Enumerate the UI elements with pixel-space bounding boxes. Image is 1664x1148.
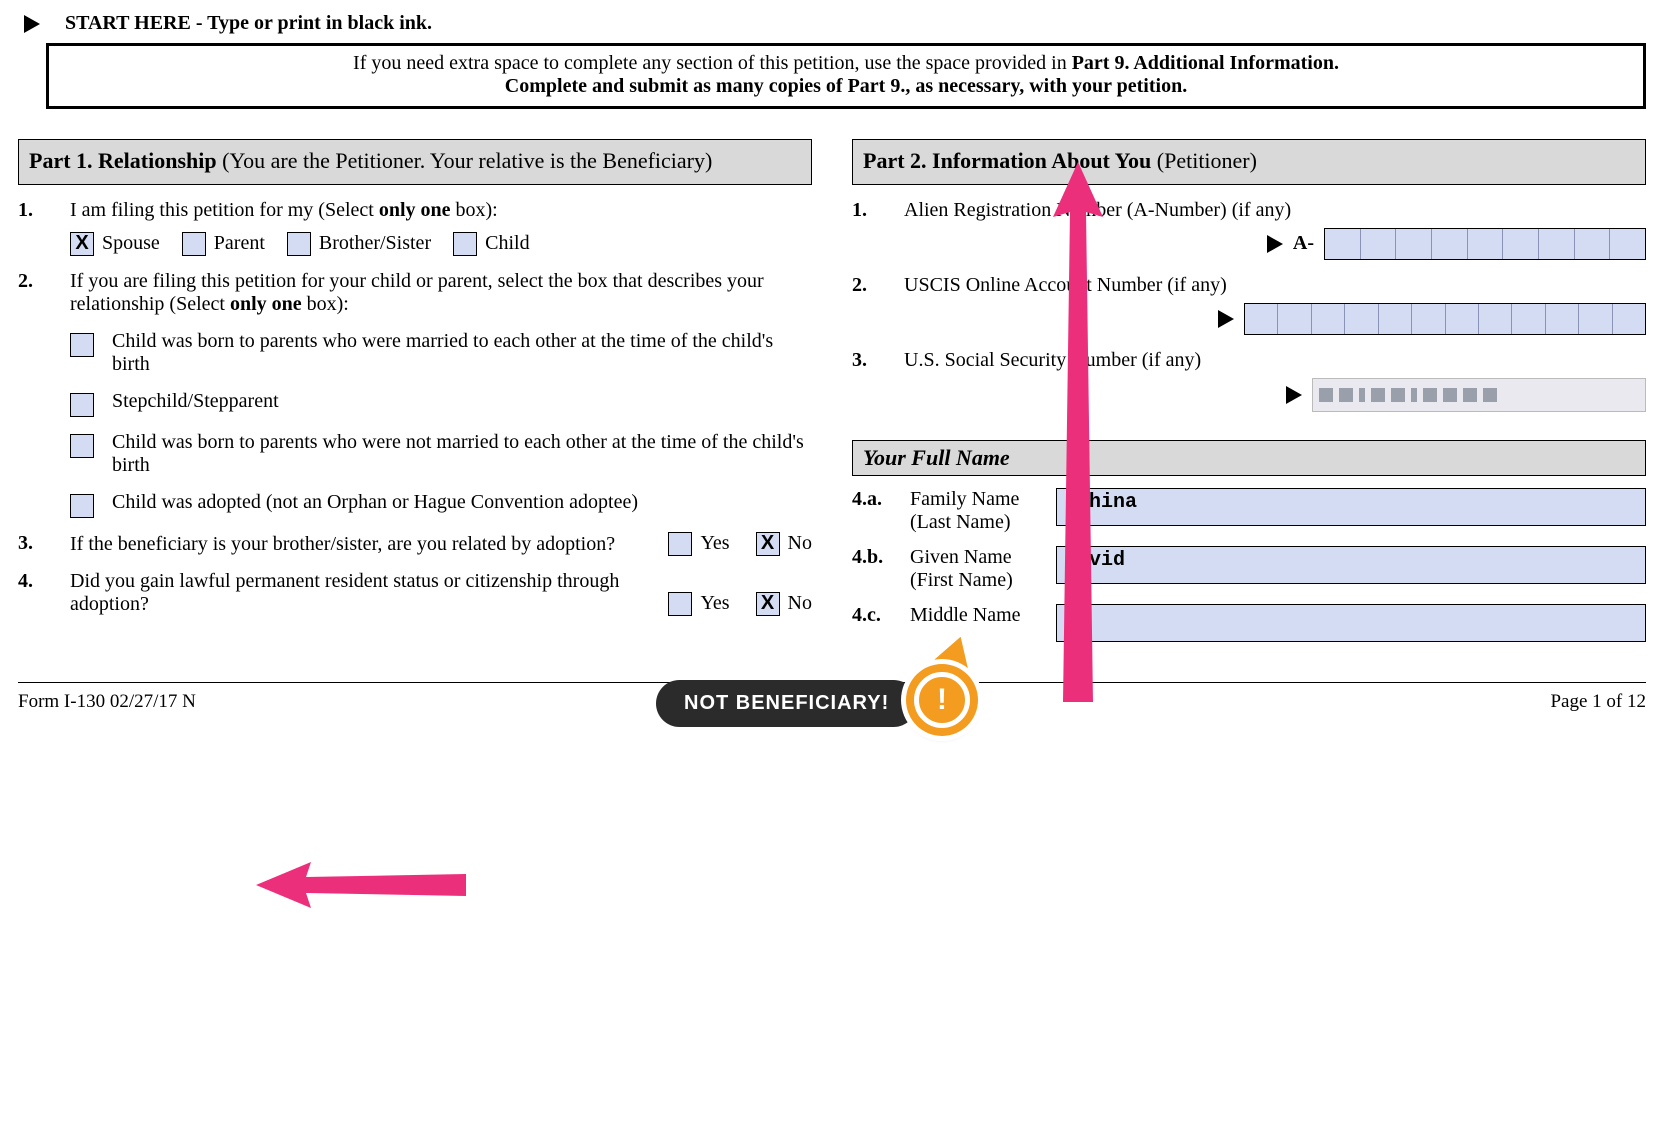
part1-q2: 2. If you are filing this petition for y… bbox=[18, 270, 812, 518]
q1-text-prefix: I am filing this petition for my (Select bbox=[70, 199, 379, 221]
label-child-unmarried: Child was born to parents who were not m… bbox=[112, 431, 812, 477]
r4c-label: Middle Name bbox=[910, 604, 1021, 626]
notice-text-1: If you need extra space to complete any … bbox=[353, 52, 1072, 74]
q2-number: 2. bbox=[18, 270, 70, 518]
label-child-married: Child was born to parents who were marri… bbox=[112, 330, 812, 376]
triangle-right-icon bbox=[1267, 235, 1283, 253]
annotation-warning-badge-icon: ! bbox=[906, 664, 978, 736]
q4-no[interactable]: XNo bbox=[756, 592, 812, 616]
row-given-name: 4.b. Given Name(First Name) David bbox=[852, 546, 1646, 592]
r4a-label: Family Name bbox=[910, 488, 1019, 510]
footer-right: Page 1 of 12 bbox=[1550, 691, 1646, 713]
checkbox-brother-sister[interactable]: Brother/Sister bbox=[287, 232, 431, 256]
start-here-text: START HERE - Type or print in black ink. bbox=[65, 12, 432, 35]
q3-no-label: No bbox=[788, 532, 812, 555]
q4-yes[interactable]: Yes bbox=[668, 592, 729, 616]
q3-no[interactable]: XNo bbox=[756, 532, 812, 556]
r4b-number: 4.b. bbox=[852, 546, 904, 569]
r4a-sublabel: (Last Name) bbox=[910, 511, 1011, 533]
checkbox-child[interactable]: Child bbox=[453, 232, 529, 256]
r4a-number: 4.a. bbox=[852, 488, 904, 511]
checkbox-spouse[interactable]: XSpouse bbox=[70, 232, 160, 256]
a-number-prefix: A- bbox=[1293, 232, 1314, 255]
part2-title-bold: Part 2. Information About You bbox=[863, 148, 1151, 173]
label-brother-sister: Brother/Sister bbox=[319, 232, 431, 255]
part1-q3: 3. If the beneficiary is your brother/si… bbox=[18, 532, 812, 556]
label-stepchild: Stepchild/Stepparent bbox=[112, 390, 812, 413]
q1-text-bold: only one bbox=[379, 199, 451, 221]
part1-q1: 1. I am filing this petition for my (Sel… bbox=[18, 199, 812, 256]
part1-q4: 4. Did you gain lawful permanent residen… bbox=[18, 570, 812, 616]
notice-box: If you need extra space to complete any … bbox=[46, 43, 1646, 109]
label-parent: Parent bbox=[214, 232, 265, 255]
footer-left: Form I-130 02/27/17 N bbox=[18, 691, 196, 713]
start-here-row: START HERE - Type or print in black ink. bbox=[24, 12, 1646, 35]
left-column: Part 1. Relationship (You are the Petiti… bbox=[18, 139, 812, 642]
part2-q3: 3. U.S. Social Security Number (if any) bbox=[852, 349, 1646, 412]
q3-yes-label: Yes bbox=[700, 532, 729, 555]
triangle-right-icon bbox=[1218, 310, 1234, 328]
notice-line-2: Complete and submit as many copies of Pa… bbox=[505, 75, 1187, 97]
annotation-arrow-left-icon bbox=[256, 860, 466, 910]
q1-number: 1. bbox=[18, 199, 70, 256]
q2-text-suffix: box): bbox=[302, 293, 349, 315]
part1-header: Part 1. Relationship (You are the Petiti… bbox=[18, 139, 812, 185]
ssn-input-redacted[interactable] bbox=[1312, 378, 1646, 412]
label-child-adopted: Child was adopted (not an Orphan or Hagu… bbox=[112, 491, 812, 514]
part2-header: Part 2. Information About You (Petitione… bbox=[852, 139, 1646, 185]
middle-name-input[interactable] bbox=[1056, 604, 1646, 642]
part2-q1: 1. Alien Registration Number (A-Number) … bbox=[852, 199, 1646, 260]
q3-number: 3. bbox=[18, 532, 70, 556]
p2q2-number: 2. bbox=[852, 274, 904, 335]
part1-title-bold: Part 1. Relationship bbox=[29, 148, 217, 173]
q3-yes[interactable]: Yes bbox=[668, 532, 729, 556]
label-spouse: Spouse bbox=[102, 232, 160, 255]
given-name-input[interactable]: David bbox=[1056, 546, 1646, 584]
checkbox-parent[interactable]: Parent bbox=[182, 232, 265, 256]
checkbox-stepchild[interactable]: Stepchild/Stepparent bbox=[70, 390, 812, 417]
label-child: Child bbox=[485, 232, 529, 255]
part2-q2: 2. USCIS Online Account Number (if any) bbox=[852, 274, 1646, 335]
triangle-right-icon bbox=[1286, 386, 1302, 404]
r4b-sublabel: (First Name) bbox=[910, 569, 1013, 591]
annotation-callout: NOT BENEFICIARY! bbox=[656, 680, 917, 727]
row-family-name: 4.a. Family Name(Last Name) Kohina bbox=[852, 488, 1646, 534]
q1-text-suffix: box): bbox=[451, 199, 498, 221]
checkbox-child-married[interactable]: Child was born to parents who were marri… bbox=[70, 330, 812, 376]
notice-bold-1: Part 9. Additional Information. bbox=[1072, 52, 1339, 74]
q3-text: If the beneficiary is your brother/siste… bbox=[70, 533, 668, 556]
part1-title-rest: (You are the Petitioner. Your relative i… bbox=[217, 148, 713, 173]
q4-yes-label: Yes bbox=[700, 592, 729, 615]
q2-text-bold: only one bbox=[230, 293, 302, 315]
p2q3-number: 3. bbox=[852, 349, 904, 412]
row-middle-name: 4.c. Middle Name bbox=[852, 604, 1646, 642]
form-page: START HERE - Type or print in black ink.… bbox=[18, 12, 1646, 713]
q4-number: 4. bbox=[18, 570, 70, 616]
p2q1-number: 1. bbox=[852, 199, 904, 260]
a-number-input[interactable] bbox=[1324, 228, 1646, 260]
full-name-header: Your Full Name bbox=[852, 440, 1646, 476]
annotation-arrow-up-icon bbox=[1048, 162, 1108, 702]
q4-text: Did you gain lawful permanent resident s… bbox=[70, 570, 668, 616]
q4-no-label: No bbox=[788, 592, 812, 615]
q2-text-prefix: If you are filing this petition for your… bbox=[70, 270, 764, 315]
checkbox-child-adopted[interactable]: Child was adopted (not an Orphan or Hagu… bbox=[70, 491, 812, 518]
right-column: Part 2. Information About You (Petitione… bbox=[852, 139, 1646, 642]
r4b-label: Given Name bbox=[910, 546, 1012, 568]
part2-title-rest: (Petitioner) bbox=[1151, 148, 1257, 173]
triangle-right-icon bbox=[24, 15, 40, 33]
uscis-account-input[interactable] bbox=[1244, 303, 1646, 335]
checkbox-child-unmarried[interactable]: Child was born to parents who were not m… bbox=[70, 431, 812, 477]
r4c-number: 4.c. bbox=[852, 604, 904, 627]
family-name-input[interactable]: Kohina bbox=[1056, 488, 1646, 526]
